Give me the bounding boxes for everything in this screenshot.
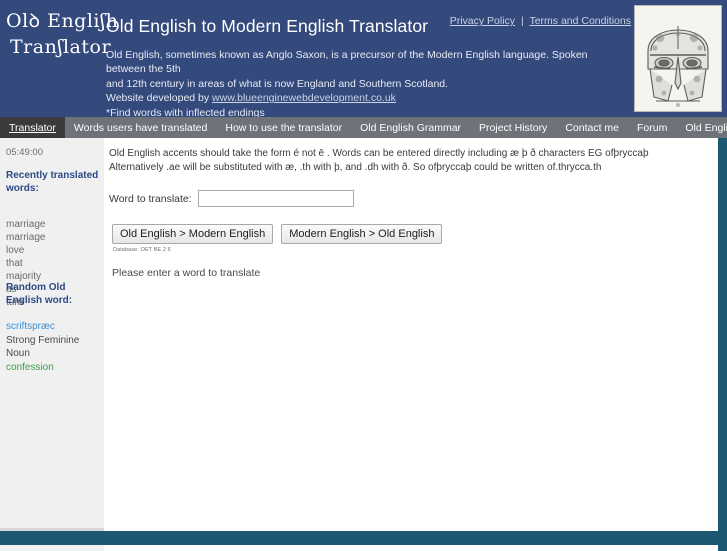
header-links: Privacy Policy | Terms and Conditions: [450, 15, 631, 27]
footer-accent-bar: [0, 531, 727, 545]
translate-form-row: Word to translate:: [107, 190, 718, 207]
site-header: Olꝺ Engliʃh Tranʃlator Old English to Mo…: [0, 0, 727, 117]
clock-display: 05:49:00: [6, 147, 43, 158]
logo-line-1: Olꝺ Engliʃh: [6, 10, 119, 32]
logo-line-2: Tranʃlator: [10, 36, 112, 58]
random-word-value[interactable]: scriftspræc: [6, 320, 102, 334]
site-logo[interactable]: Olꝺ Engliʃh Tranʃlator: [6, 8, 119, 60]
random-word-block: scriftspræc Strong Feminine Noun confess…: [6, 320, 102, 374]
intro-line-2: and 12th century in areas of what is now…: [106, 77, 449, 90]
list-item[interactable]: marriage: [6, 218, 102, 231]
nav-item-words-users-have-translated[interactable]: Words users have translated: [65, 117, 216, 138]
instruction-line-2: Alternatively .ae will be substituted wi…: [109, 161, 602, 173]
accent-instructions: Old English accents should take the form…: [107, 147, 718, 174]
content-right-accent-bar: [718, 138, 727, 551]
list-item[interactable]: love: [6, 244, 102, 257]
database-version-note: Database: OET BE 2.6: [113, 247, 171, 253]
list-item[interactable]: marriage: [6, 231, 102, 244]
nav-item-old-english-grammar[interactable]: Old English Grammar: [351, 117, 470, 138]
random-word-part-of-speech: Strong Feminine Noun: [6, 334, 80, 360]
recently-translated-heading: Recently translated words:: [6, 170, 99, 194]
page-root: Olꝺ Engliʃh Tranʃlator Old English to Mo…: [0, 0, 727, 551]
terms-and-conditions-link[interactable]: Terms and Conditions: [529, 15, 631, 27]
main-panel: Old English accents should take the form…: [104, 138, 718, 551]
word-to-translate-label: Word to translate:: [109, 192, 192, 205]
translate-buttons-row: Old English > Modern English Modern Engl…: [107, 224, 718, 244]
word-to-translate-input[interactable]: [197, 190, 354, 207]
developed-by-line: Website developed by www.blueenginewebde…: [106, 91, 621, 105]
site-intro: Old English, sometimes known as Anglo Sa…: [106, 48, 621, 117]
header-link-separator: |: [520, 15, 524, 27]
nav-item-translator[interactable]: Translator: [0, 117, 65, 138]
instruction-line-1: Old English accents should take the form…: [109, 148, 649, 159]
sidebar: 05:49:00 Recently translated words: marr…: [0, 138, 104, 551]
intro-line-1: Old English, sometimes known as Anglo Sa…: [106, 49, 588, 76]
old-english-to-modern-english-button[interactable]: Old English > Modern English: [112, 224, 274, 244]
translation-result-message: Please enter a word to translate: [112, 267, 261, 279]
developed-by-text: Website developed by: [106, 92, 213, 105]
random-word-meaning: confession: [6, 361, 54, 373]
privacy-policy-link[interactable]: Privacy Policy: [450, 15, 515, 27]
main-navigation: Translator Words users have translated H…: [0, 117, 727, 138]
nav-item-forum[interactable]: Forum: [628, 117, 676, 138]
nav-item-how-to-use-the-translator[interactable]: How to use the translator: [216, 117, 351, 138]
anglo-saxon-helmet-image: [634, 5, 722, 112]
modern-english-to-old-english-button[interactable]: Modern English > Old English: [281, 224, 443, 244]
developer-website-link[interactable]: www.blueenginewebdevelopment.co.uk: [212, 92, 396, 104]
list-item[interactable]: that: [6, 257, 102, 270]
nav-item-contact-me[interactable]: Contact me: [556, 117, 628, 138]
page-title: Old English to Modern English Translator: [106, 16, 429, 36]
nav-item-project-history[interactable]: Project History: [470, 117, 556, 138]
random-word-heading: Random Old English word:: [6, 282, 73, 306]
feature-line-1: *Find words with inflected endings: [106, 106, 265, 117]
content-area: 05:49:00 Recently translated words: marr…: [0, 138, 727, 551]
nav-item-old-english-twitter[interactable]: Old English Twitter: [676, 117, 727, 138]
